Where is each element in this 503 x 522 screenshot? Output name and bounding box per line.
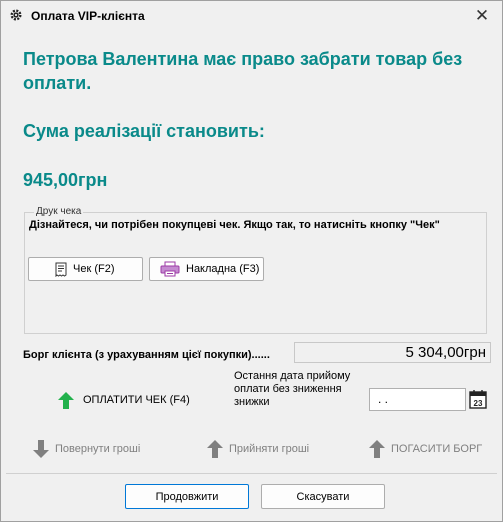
close-button[interactable]: ✕: [463, 1, 501, 31]
print-group-info: Дізнайтеся, чи потрібен покупцеві чек. Я…: [29, 219, 440, 231]
vip-payment-dialog: Оплата VIP-клієнта ✕ Петрова Валентина м…: [0, 0, 503, 522]
debt-label: Борг клієнта (з урахуванням цієї покупки…: [23, 349, 270, 361]
accept-money-button[interactable]: Прийняти гроші: [207, 438, 309, 460]
close-icon: ✕: [474, 6, 490, 25]
arrow-up-green-icon: [58, 391, 74, 409]
accept-money-label: Прийняти гроші: [229, 443, 310, 455]
gear-icon: [10, 9, 22, 21]
vip-headline: Петрова Валентина має право забрати това…: [23, 49, 463, 93]
invoice-button-label: Накладна (F3): [186, 263, 260, 275]
title-bar: Оплата VIP-клієнта ✕: [1, 1, 502, 31]
arrow-down-icon: [33, 440, 49, 458]
pay-check-button[interactable]: ОПЛАТИТИ ЧЕК (F4): [58, 389, 190, 411]
footer-divider: [6, 473, 497, 474]
sum-value: 945,00грн: [23, 170, 108, 190]
cancel-button[interactable]: Скасувати: [261, 484, 385, 509]
debt-value: 5 304,00грн: [294, 342, 491, 363]
return-money-label: Повернути гроші: [55, 443, 141, 455]
sum-label: Сума реалізації становить:: [23, 121, 265, 141]
calendar-day: 23: [474, 399, 483, 408]
print-group-legend: Друк чека: [34, 206, 84, 217]
arrow-up-icon: [369, 440, 385, 458]
printer-icon: [160, 261, 180, 277]
window-title: Оплата VIP-клієнта: [31, 9, 145, 23]
invoice-button[interactable]: Накладна (F3): [149, 257, 264, 281]
calendar-icon[interactable]: 23: [469, 389, 487, 409]
pay-debt-button[interactable]: ПОГАСИТИ БОРГ: [369, 438, 482, 460]
check-button[interactable]: Чек (F2): [28, 257, 143, 281]
arrow-up-icon: [207, 440, 223, 458]
continue-button[interactable]: Продовжити: [125, 484, 249, 509]
pay-debt-label: ПОГАСИТИ БОРГ: [391, 443, 483, 455]
discount-date-label: Остання дата прийому оплати без зниження…: [234, 370, 351, 408]
pay-check-label: ОПЛАТИТИ ЧЕК (F4): [83, 394, 190, 406]
return-money-button[interactable]: Повернути гроші: [33, 438, 140, 460]
discount-date-input[interactable]: . .: [369, 388, 466, 411]
receipt-icon: [55, 262, 67, 277]
check-button-label: Чек (F2): [73, 263, 115, 275]
